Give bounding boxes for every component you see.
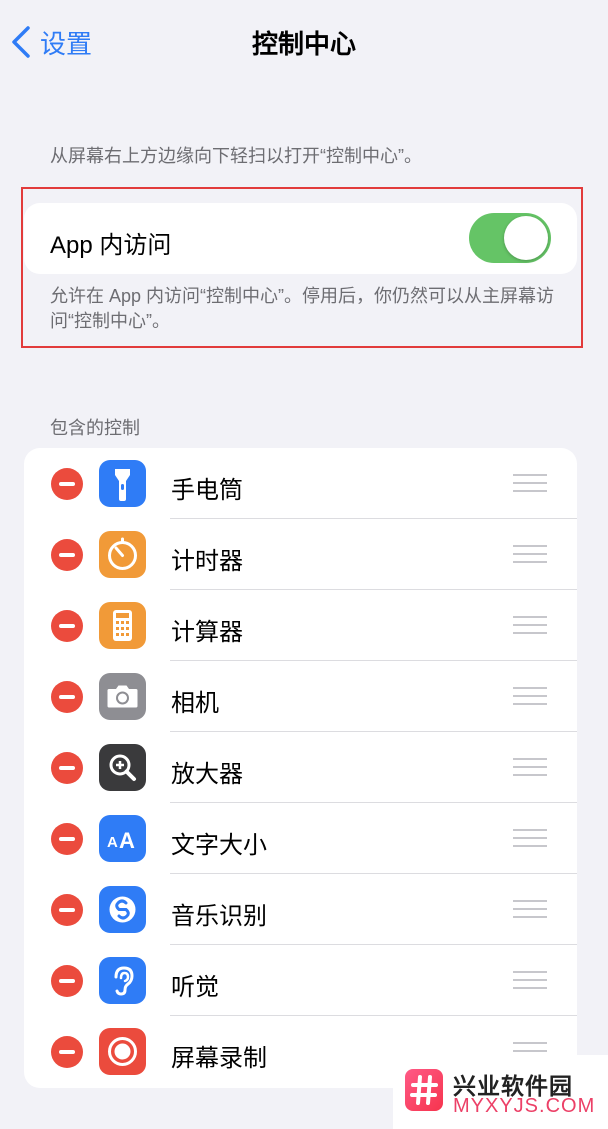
magnifier-icon	[99, 744, 146, 791]
app-access-footer: 允许在 App 内访问“控制中心”。停用后，你仍然可以从主屏幕访问“控制中心”。	[50, 286, 555, 331]
swipe-hint-text: 从屏幕右上方边缘向下轻扫以打开“控制中心”。	[50, 146, 422, 166]
remove-button[interactable]	[51, 681, 83, 713]
included-controls-list: 手电筒 计时器 计算器 相机 放大器 A A 文字大小 音乐识别 听觉 屏幕录制	[24, 448, 577, 1088]
remove-button[interactable]	[51, 539, 83, 571]
control-label: 听觉	[171, 974, 219, 1001]
reorder-handle[interactable]	[513, 900, 547, 919]
control-label: 计时器	[171, 548, 243, 575]
camera-icon	[99, 673, 146, 720]
control-label: 音乐识别	[171, 903, 267, 930]
page-title: 控制中心	[251, 29, 356, 59]
watermark-url: MYXYJS.COM	[453, 1095, 596, 1117]
control-row-hearing: 听觉	[24, 945, 577, 1016]
screen-record-icon	[99, 1028, 146, 1075]
control-row-music-recognition: 音乐识别	[24, 874, 577, 945]
control-label: 相机	[171, 690, 219, 717]
control-label: 屏幕录制	[171, 1045, 267, 1072]
toggle-knob	[504, 216, 548, 260]
control-label: 文字大小	[171, 832, 267, 859]
control-label: 放大器	[171, 761, 243, 788]
remove-button[interactable]	[51, 610, 83, 642]
app-access-cell: App 内访问	[24, 203, 577, 274]
control-row-camera: 相机	[24, 661, 577, 732]
included-controls-header: 包含的控制	[50, 418, 140, 438]
hash-logo-icon	[405, 1069, 443, 1111]
remove-button[interactable]	[51, 894, 83, 926]
control-label: 手电筒	[171, 477, 243, 504]
control-row-timer: 计时器	[24, 519, 577, 590]
reorder-handle[interactable]	[513, 758, 547, 777]
reorder-handle[interactable]	[513, 971, 547, 990]
control-label: 计算器	[171, 619, 243, 646]
svg-text:A: A	[119, 828, 135, 853]
reorder-handle[interactable]	[513, 829, 547, 848]
shazam-icon	[99, 886, 146, 933]
calculator-icon	[99, 602, 146, 649]
remove-button[interactable]	[51, 823, 83, 855]
navigation-bar: 设置 控制中心	[0, 0, 608, 82]
control-row-text-size: AA 文字大小	[24, 803, 577, 874]
remove-button[interactable]	[51, 965, 83, 997]
reorder-handle[interactable]	[513, 474, 547, 493]
control-row-flashlight: 手电筒	[24, 448, 577, 519]
svg-text:A: A	[107, 834, 118, 851]
watermark: 兴业软件园 MYXYJS.COM	[393, 1055, 608, 1129]
text-size-icon: AA	[99, 815, 146, 862]
timer-icon	[99, 531, 146, 578]
flashlight-icon	[99, 460, 146, 507]
app-access-toggle[interactable]	[469, 213, 551, 263]
reorder-handle[interactable]	[513, 687, 547, 706]
remove-button[interactable]	[51, 468, 83, 500]
reorder-handle[interactable]	[513, 616, 547, 635]
reorder-handle[interactable]	[513, 545, 547, 564]
remove-button[interactable]	[51, 752, 83, 784]
remove-button[interactable]	[51, 1036, 83, 1068]
hearing-icon	[99, 957, 146, 1004]
control-row-magnifier: 放大器	[24, 732, 577, 803]
control-row-calculator: 计算器	[24, 590, 577, 661]
app-access-label: App 内访问	[50, 232, 172, 259]
